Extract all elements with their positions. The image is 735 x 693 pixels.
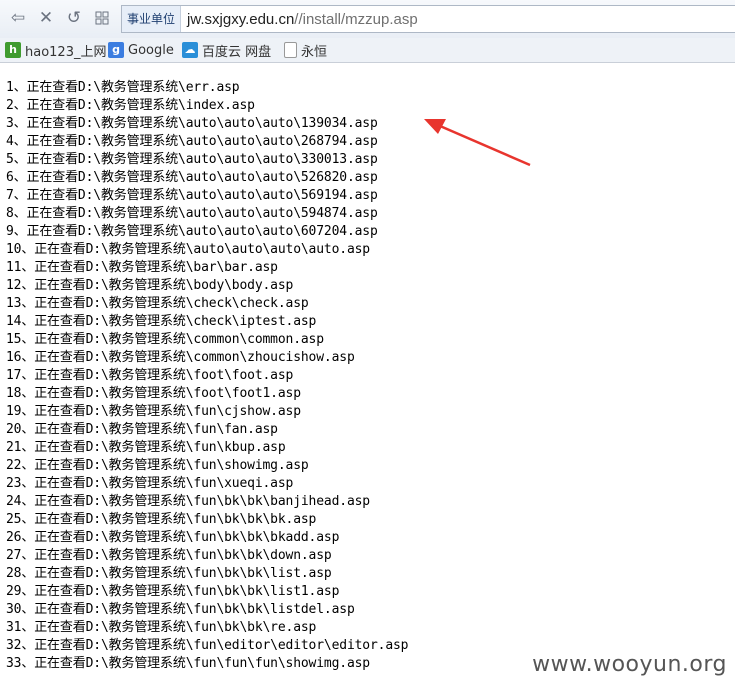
list-item: 7、正在查看D:\教务管理系统\auto\auto\auto\569194.as… bbox=[6, 188, 378, 203]
bookmark-hao123[interactable]: h hao123_上网 bbox=[5, 40, 106, 60]
bookmark-label: Google bbox=[128, 42, 174, 58]
list-item: 24、正在查看D:\教务管理系统\fun\bk\bk\banjihead.asp bbox=[6, 494, 370, 509]
list-item: 12、正在查看D:\教务管理系统\body\body.asp bbox=[6, 278, 294, 293]
baidu-cloud-icon: ☁ bbox=[182, 42, 198, 58]
browser-toolbar: ⇦ ✕ ↺ 事业单位 jw.sxjgxy.edu.cn//install/mzz… bbox=[0, 0, 735, 39]
url-host: jw.sxjgxy.edu.cn bbox=[187, 10, 295, 28]
list-item: 20、正在查看D:\教务管理系统\fun\fan.asp bbox=[6, 422, 278, 437]
list-item: 2、正在查看D:\教务管理系统\index.asp bbox=[6, 98, 255, 113]
list-item: 8、正在查看D:\教务管理系统\auto\auto\auto\594874.as… bbox=[6, 206, 378, 221]
list-item: 28、正在查看D:\教务管理系统\fun\bk\bk\list.asp bbox=[6, 566, 332, 581]
list-item: 18、正在查看D:\教务管理系统\foot\foot1.asp bbox=[6, 386, 301, 401]
list-item: 21、正在查看D:\教务管理系统\fun\kbup.asp bbox=[6, 440, 286, 455]
bookmark-google[interactable]: g Google bbox=[108, 40, 174, 60]
hao123-icon: h bbox=[5, 42, 21, 58]
bookmark-label: 百度云 网盘 bbox=[202, 44, 272, 60]
list-item: 3、正在查看D:\教务管理系统\auto\auto\auto\139034.as… bbox=[6, 116, 378, 131]
bookmarks-bar: h hao123_上网 g Google ☁ 百度云 网盘 永恒 bbox=[0, 38, 735, 63]
list-item: 16、正在查看D:\教务管理系统\common\zhoucishow.asp bbox=[6, 350, 355, 365]
list-item: 22、正在查看D:\教务管理系统\fun\showimg.asp bbox=[6, 458, 309, 473]
list-item: 10、正在查看D:\教务管理系统\auto\auto\auto\auto.asp bbox=[6, 242, 370, 257]
list-item: 4、正在查看D:\教务管理系统\auto\auto\auto\268794.as… bbox=[6, 134, 378, 149]
page-icon bbox=[284, 42, 297, 58]
tabs-grid-icon[interactable] bbox=[90, 6, 114, 30]
list-item: 6、正在查看D:\教务管理系统\auto\auto\auto\526820.as… bbox=[6, 170, 378, 185]
site-category-badge: 事业单位 bbox=[122, 6, 182, 32]
bookmark-baidu-cloud[interactable]: ☁ 百度云 网盘 bbox=[182, 40, 271, 60]
list-item: 14、正在查看D:\教务管理系统\check\iptest.asp bbox=[6, 314, 317, 329]
refresh-icon[interactable]: ↺ bbox=[62, 6, 86, 30]
list-item: 31、正在查看D:\教务管理系统\fun\bk\bk\re.asp bbox=[6, 620, 317, 635]
list-item: 29、正在查看D:\教务管理系统\fun\bk\bk\list1.asp bbox=[6, 584, 340, 599]
watermark: www.wooyun.org bbox=[532, 652, 727, 677]
list-item: 1、正在查看D:\教务管理系统\err.asp bbox=[6, 80, 240, 95]
bookmark-label: hao123_上网 bbox=[25, 44, 107, 60]
address-bar[interactable]: 事业单位 jw.sxjgxy.edu.cn//install/mzzup.asp bbox=[121, 5, 735, 33]
list-item: 19、正在查看D:\教务管理系统\fun\cjshow.asp bbox=[6, 404, 301, 419]
url-text[interactable]: jw.sxjgxy.edu.cn//install/mzzup.asp bbox=[187, 11, 418, 28]
list-item: 33、正在查看D:\教务管理系统\fun\fun\fun\showimg.asp bbox=[6, 656, 370, 671]
list-item: 15、正在查看D:\教务管理系统\common\common.asp bbox=[6, 332, 324, 347]
back-arrow-icon[interactable]: ⇦ bbox=[6, 6, 30, 30]
list-item: 27、正在查看D:\教务管理系统\fun\bk\bk\down.asp bbox=[6, 548, 332, 563]
bookmark-label: 永恒 bbox=[301, 44, 328, 60]
page-content: 1、正在查看D:\教务管理系统\err.asp 2、正在查看D:\教务管理系统\i… bbox=[0, 63, 735, 693]
url-path: //install/mzzup.asp bbox=[294, 10, 418, 28]
list-item: 9、正在查看D:\教务管理系统\auto\auto\auto\607204.as… bbox=[6, 224, 378, 239]
google-icon: g bbox=[108, 42, 124, 58]
list-item: 11、正在查看D:\教务管理系统\bar\bar.asp bbox=[6, 260, 278, 275]
list-item: 25、正在查看D:\教务管理系统\fun\bk\bk\bk.asp bbox=[6, 512, 317, 527]
list-item: 26、正在查看D:\教务管理系统\fun\bk\bk\bkadd.asp bbox=[6, 530, 340, 545]
list-item: 23、正在查看D:\教务管理系统\fun\xueqi.asp bbox=[6, 476, 294, 491]
file-scan-list: 1、正在查看D:\教务管理系统\err.asp 2、正在查看D:\教务管理系统\i… bbox=[6, 79, 409, 673]
list-item: 13、正在查看D:\教务管理系统\check\check.asp bbox=[6, 296, 309, 311]
stop-icon[interactable]: ✕ bbox=[34, 6, 58, 30]
list-item: 17、正在查看D:\教务管理系统\foot\foot.asp bbox=[6, 368, 294, 383]
list-item: 30、正在查看D:\教务管理系统\fun\bk\bk\listdel.asp bbox=[6, 602, 355, 617]
list-item: 5、正在查看D:\教务管理系统\auto\auto\auto\330013.as… bbox=[6, 152, 378, 167]
list-item: 32、正在查看D:\教务管理系统\fun\editor\editor\edito… bbox=[6, 638, 409, 653]
bookmark-yongheng[interactable]: 永恒 bbox=[284, 40, 327, 60]
